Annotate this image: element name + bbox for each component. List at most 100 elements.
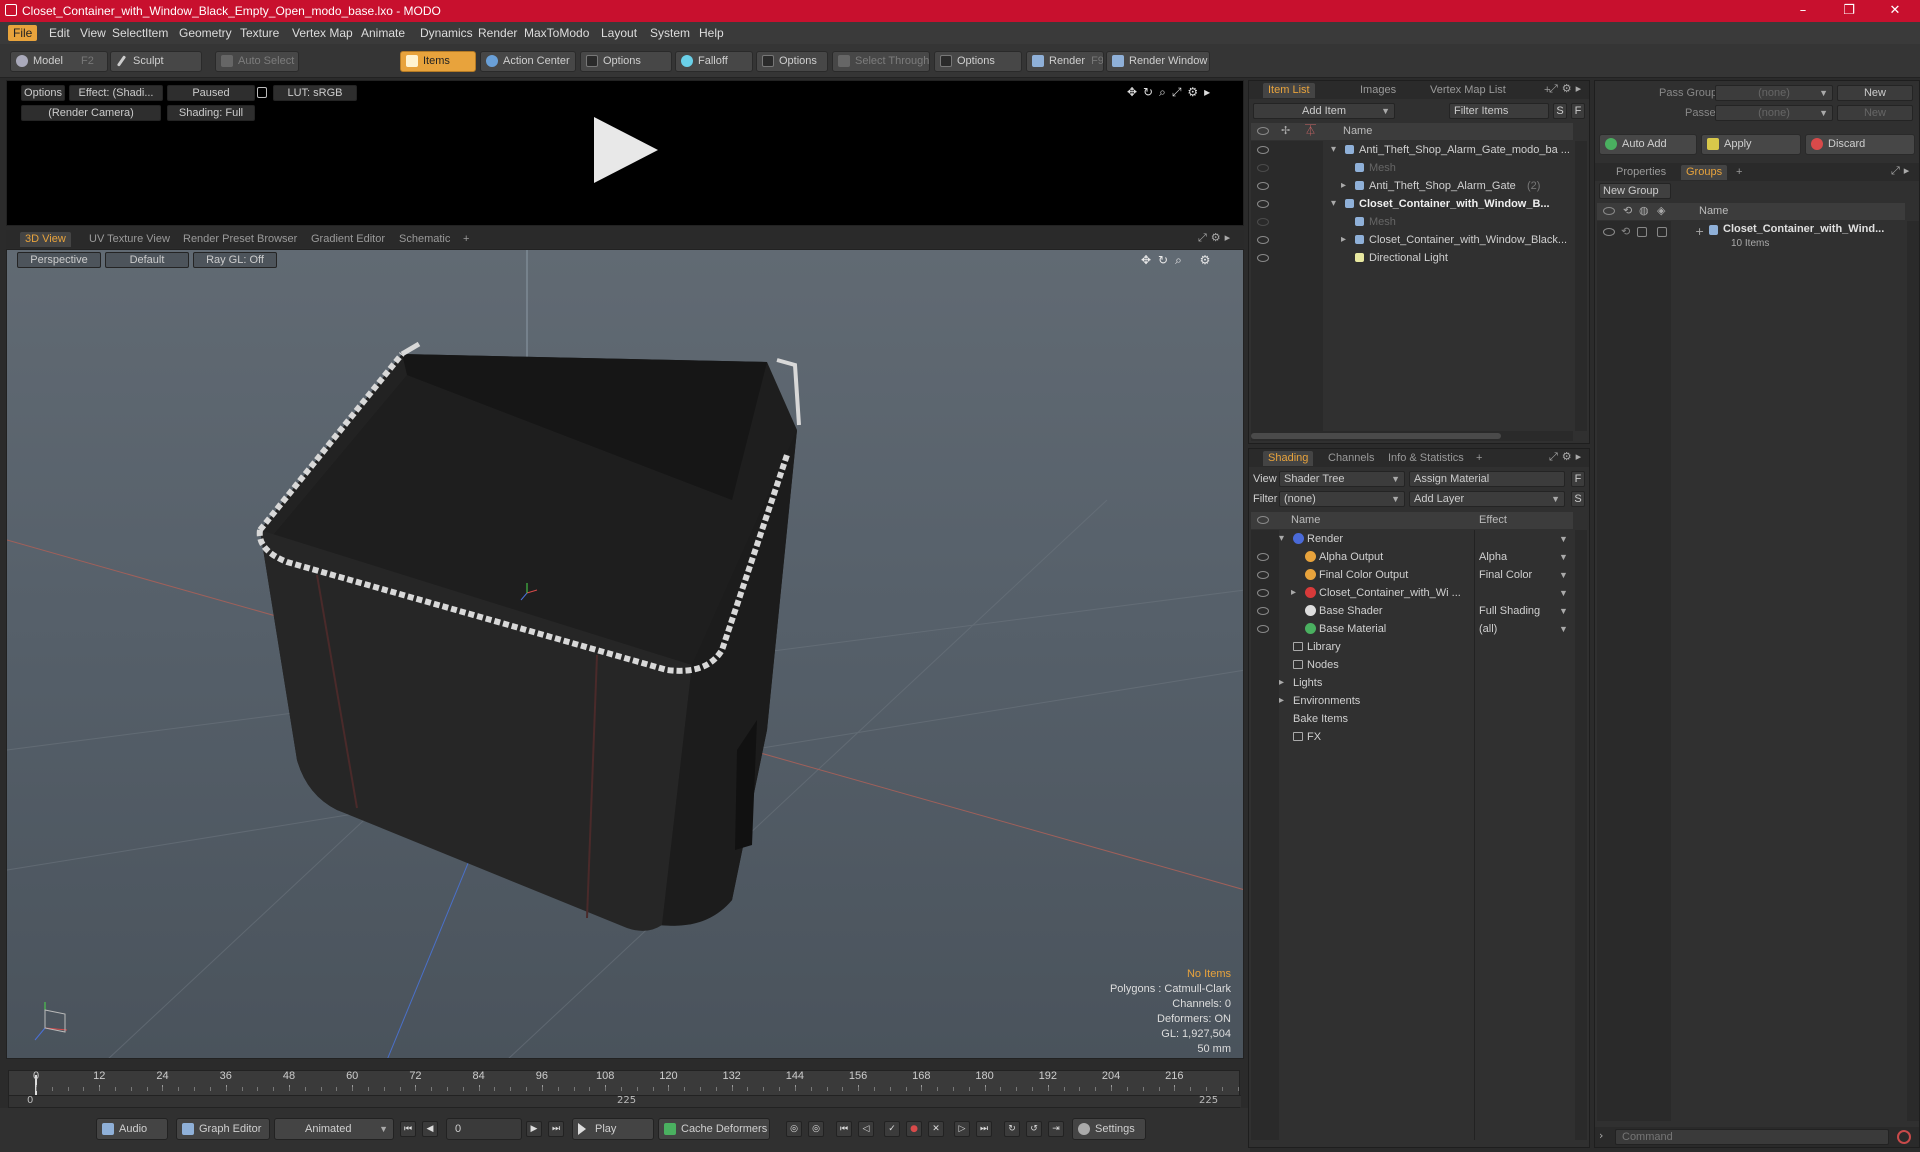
- group-render-icon[interactable]: ⟲: [1621, 225, 1630, 238]
- step-icon[interactable]: ⇥: [1048, 1121, 1064, 1137]
- tab-schematic[interactable]: Schematic: [394, 232, 455, 247]
- shading-panel-controls[interactable]: ⤢⚙▸: [1549, 450, 1589, 464]
- viewport-navigation-icons[interactable]: ✥↻⌕ ⚙: [1141, 253, 1241, 267]
- eye-icon[interactable]: [1257, 218, 1269, 226]
- discard-button[interactable]: Discard: [1805, 134, 1915, 155]
- collapsed-arrow-icon[interactable]: ▸: [1291, 584, 1296, 602]
- pass-groups-dropdown[interactable]: (none) ▼: [1715, 85, 1833, 101]
- item-list-f-button[interactable]: F: [1571, 103, 1585, 119]
- render-button[interactable]: Render F9: [1026, 51, 1104, 72]
- expanded-arrow-icon[interactable]: ▾: [1279, 530, 1284, 548]
- item-list-row[interactable]: Mesh: [1249, 159, 1571, 177]
- closet-container-model[interactable]: [256, 341, 801, 931]
- play-button[interactable]: Play: [572, 1118, 654, 1140]
- tab-item-list[interactable]: Item List: [1263, 83, 1315, 98]
- groups-panel-controls[interactable]: ⤢▸: [1891, 164, 1917, 178]
- shader-tree-row[interactable]: Nodes: [1249, 656, 1571, 674]
- frame-field[interactable]: 0: [446, 1118, 522, 1140]
- effect-dropdown[interactable]: Effect: (Shadi...: [69, 85, 163, 101]
- tab-uv-texture-view[interactable]: UV Texture View: [84, 232, 175, 247]
- menu-item[interactable]: Item: [140, 25, 173, 41]
- prev-frame-icon[interactable]: ◁: [858, 1121, 874, 1137]
- command-record-icon[interactable]: [1897, 1130, 1911, 1144]
- items-mode-button[interactable]: Items: [400, 51, 476, 72]
- settings-button[interactable]: Settings: [1072, 1118, 1146, 1140]
- shader-filter-dropdown[interactable]: (none) ▼: [1279, 491, 1405, 507]
- select-through-options-button[interactable]: Options: [934, 51, 1022, 72]
- new-group-button[interactable]: New Group: [1599, 183, 1671, 199]
- loop-icon[interactable]: ↻: [1004, 1121, 1020, 1137]
- preview-options-button[interactable]: Options: [21, 85, 65, 101]
- auto-add-button[interactable]: Auto Add: [1599, 134, 1697, 155]
- shader-tree-row[interactable]: Base Material (all) ▼: [1249, 620, 1571, 638]
- collapsed-arrow-icon[interactable]: ▸: [1279, 674, 1284, 692]
- shader-view-dropdown[interactable]: Shader Tree ▼: [1279, 471, 1405, 487]
- go-to-start-icon[interactable]: ⏮: [400, 1121, 416, 1137]
- first-key-icon[interactable]: ⏮: [836, 1121, 852, 1137]
- expanded-arrow-icon[interactable]: ▾: [1331, 141, 1336, 159]
- shading-dropdown[interactable]: Shading: Full: [167, 105, 255, 121]
- menu-edit[interactable]: Edit: [44, 25, 75, 41]
- eye-icon[interactable]: [1257, 571, 1269, 579]
- sculpt-mode-button[interactable]: Sculpt: [110, 51, 202, 72]
- previous-key-icon[interactable]: ◀: [422, 1121, 438, 1137]
- eye-icon[interactable]: [1257, 146, 1269, 154]
- menu-maxtomodo[interactable]: MaxToModo: [519, 25, 594, 41]
- item-list-row[interactable]: ▸ Closet_Container_with_Window_Black...: [1249, 231, 1571, 249]
- menu-dynamics[interactable]: Dynamics: [415, 25, 478, 41]
- effect-value[interactable]: (all): [1479, 620, 1497, 638]
- tab-[interactable]: +: [458, 232, 474, 247]
- close-button[interactable]: ✕: [1872, 0, 1918, 22]
- audio-button[interactable]: Audio: [96, 1118, 168, 1140]
- eye-icon[interactable]: [1257, 589, 1269, 597]
- render-camera-dropdown[interactable]: (Render Camera): [21, 105, 161, 121]
- command-expand-icon[interactable]: ›: [1599, 1129, 1603, 1142]
- expanded-arrow-icon[interactable]: ▾: [1331, 195, 1336, 213]
- raygl-dropdown[interactable]: Ray GL: Off: [193, 252, 277, 268]
- shader-tree-row[interactable]: Bake Items: [1249, 710, 1571, 728]
- effect-dropdown-icon[interactable]: ▼: [1559, 584, 1568, 602]
- shader-tree-row[interactable]: ▾ Render ▼: [1249, 530, 1571, 548]
- shader-tree-scrollbar[interactable]: [1575, 530, 1587, 1140]
- tab-gradient-editor[interactable]: Gradient Editor: [306, 232, 390, 247]
- menu-file[interactable]: File: [8, 25, 38, 41]
- falloff-options-button[interactable]: Options: [756, 51, 828, 72]
- eye-icon[interactable]: [1257, 625, 1269, 633]
- groups-scrollbar[interactable]: [1907, 221, 1919, 1121]
- key-edit-icon[interactable]: ✓: [884, 1121, 900, 1137]
- eye-icon[interactable]: [1257, 164, 1269, 172]
- select-through-button[interactable]: Select Through: [832, 51, 930, 72]
- eye-icon[interactable]: [1257, 182, 1269, 190]
- lock-icon[interactable]: [257, 87, 267, 98]
- collapsed-arrow-icon[interactable]: ▸: [1341, 231, 1346, 249]
- lut-dropdown[interactable]: LUT: sRGB: [273, 85, 357, 101]
- eye-icon[interactable]: [1257, 254, 1269, 262]
- next-frame-icon[interactable]: ▷: [954, 1121, 970, 1137]
- next-key-icon[interactable]: ▶: [526, 1121, 542, 1137]
- last-key-icon[interactable]: ⏭: [976, 1121, 992, 1137]
- tab-images[interactable]: Images: [1355, 83, 1401, 98]
- tab-render-preset-browser[interactable]: Render Preset Browser: [178, 232, 302, 247]
- menu-texture[interactable]: Texture: [235, 25, 284, 41]
- timeline-range-bar[interactable]: 0 225 225: [9, 1095, 1241, 1107]
- graph-editor-button[interactable]: Graph Editor: [176, 1118, 270, 1140]
- item-list-row[interactable]: ▾ Anti_Theft_Shop_Alarm_Gate_modo_ba ...: [1249, 141, 1571, 159]
- cache-deformers-button[interactable]: Cache Deformers: [658, 1118, 770, 1140]
- effect-value[interactable]: Full Shading: [1479, 602, 1540, 620]
- item-list-s-button[interactable]: S: [1553, 103, 1567, 119]
- 3d-viewport[interactable]: Perspective Default Ray GL: Off ✥↻⌕ ⚙ No…: [6, 249, 1244, 1059]
- shader-tree-row[interactable]: ▸ Lights: [1249, 674, 1571, 692]
- effect-dropdown-icon[interactable]: ▼: [1559, 602, 1568, 620]
- item-list-row[interactable]: Directional Light: [1249, 249, 1571, 267]
- menu-geometry[interactable]: Geometry: [174, 25, 237, 41]
- effect-dropdown-icon[interactable]: ▼: [1559, 566, 1568, 584]
- menu-layout[interactable]: Layout: [596, 25, 642, 41]
- group-lock-checkbox[interactable]: [1637, 227, 1647, 237]
- tab-groups[interactable]: Groups: [1681, 165, 1728, 180]
- group-row[interactable]: ⟲ + Closet_Container_with_Wind... 10 Ite…: [1595, 223, 1905, 257]
- add-item-dropdown[interactable]: Add Item ▼: [1253, 103, 1395, 119]
- effect-dropdown-icon[interactable]: ▼: [1559, 620, 1568, 638]
- auto-select-button[interactable]: Auto Select: [215, 51, 299, 72]
- tab-channels[interactable]: Channels: [1323, 451, 1379, 466]
- shading-f-button[interactable]: F: [1571, 471, 1585, 487]
